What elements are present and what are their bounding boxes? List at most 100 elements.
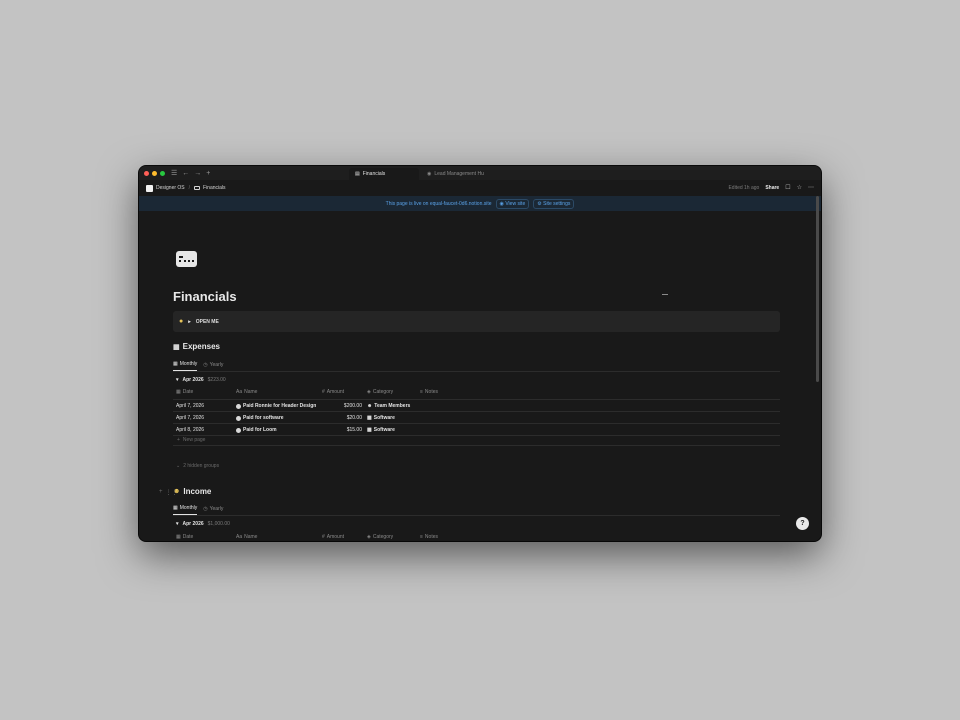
column-date[interactable]: ▦ Date	[176, 534, 193, 540]
tab-label: Lead Management Hu	[434, 171, 484, 177]
cell-name-text: Paid for software	[243, 415, 284, 421]
page-icon	[236, 427, 241, 433]
tab-lead-management[interactable]: ◉ Lead Management Hu	[421, 168, 487, 180]
workspace-logo-icon	[146, 184, 153, 192]
group-header[interactable]: ▾ Apr 2026 $1,000.00	[176, 521, 230, 527]
add-block-icon[interactable]: +	[159, 489, 163, 496]
expenses-heading[interactable]: ▦ Expenses	[173, 342, 220, 351]
clock-icon: ◷	[203, 505, 208, 512]
table-row[interactable]: April 8, 2026 Paid for Loom $15.00 ▩ Soft…	[173, 423, 780, 435]
income-view-tabs: ▦ Monthly ◷ Yearly	[173, 505, 223, 515]
chevron-down-icon: ⌄	[176, 463, 181, 469]
hidden-groups-toggle[interactable]: ⌄ 2 hidden groups	[176, 463, 219, 469]
tab-yearly[interactable]: ◷ Yearly	[203, 362, 223, 371]
column-label: Date	[182, 389, 194, 395]
site-settings-button[interactable]: ⚙ Site settings	[533, 198, 575, 209]
scrollbar[interactable]	[816, 196, 819, 382]
column-notes[interactable]: ≡ Notes	[420, 534, 438, 540]
column-category[interactable]: ◈ Category	[367, 534, 393, 540]
cell-name[interactable]: Paid Ronnie for Header Design	[236, 403, 316, 409]
page-actions: Edited 1h ago Share ☐ ☆ ⋯	[728, 180, 814, 196]
breadcrumb-page[interactable]: Financials	[203, 185, 226, 191]
collapse-triangle-icon[interactable]: ▾	[176, 521, 179, 527]
column-name[interactable]: Aa Name	[236, 389, 257, 395]
minimize-window-button[interactable]	[152, 170, 157, 176]
cell-amount[interactable]: $200.00	[322, 403, 362, 409]
column-date[interactable]: ▦ Date	[176, 389, 193, 395]
card-icon: ▤	[355, 171, 360, 177]
cell-category-text: Software	[373, 415, 395, 421]
lightbulb-icon: ●	[179, 318, 184, 325]
new-page-label: New page	[182, 437, 206, 443]
people-icon: ☻	[367, 403, 373, 409]
number-icon: #	[322, 389, 325, 395]
group-label: Apr 2026	[182, 521, 204, 527]
tab-label: Yearly	[209, 505, 224, 512]
cell-category-text: Team Members	[374, 403, 411, 409]
tag-icon: ◈	[367, 534, 371, 540]
column-category[interactable]: ◈ Category	[367, 389, 393, 395]
divider	[173, 445, 780, 446]
credit-card-icon[interactable]	[176, 251, 197, 267]
tab-monthly[interactable]: ▦ Monthly	[173, 505, 198, 515]
edited-timestamp: Edited 1h ago	[728, 185, 760, 191]
table-of-contents-marker[interactable]	[662, 294, 668, 295]
block-handle[interactable]: + ⋮⋮	[159, 489, 178, 496]
share-button[interactable]: Share	[765, 185, 779, 191]
column-notes[interactable]: ≡ Notes	[420, 389, 438, 395]
back-arrow-icon[interactable]: ←	[182, 170, 189, 177]
cell-category[interactable]: ▩ Software	[367, 415, 395, 421]
cell-name-text: Paid Ronnie for Header Design	[243, 403, 317, 409]
column-label: Notes	[424, 389, 438, 395]
view-site-label: View site	[505, 200, 526, 207]
cell-date[interactable]: April 7, 2026	[176, 403, 204, 409]
toggle-triangle-icon[interactable]: ▸	[188, 319, 191, 325]
more-options-icon[interactable]: ⋯	[808, 185, 814, 191]
page-icon	[236, 403, 241, 409]
tag-icon: ◈	[367, 389, 371, 395]
cell-name[interactable]: Paid for Loom	[236, 427, 277, 433]
close-window-button[interactable]	[144, 170, 149, 176]
forward-arrow-icon[interactable]: →	[194, 170, 201, 177]
column-amount[interactable]: # Amount	[322, 534, 344, 540]
cell-date[interactable]: April 7, 2026	[176, 415, 204, 421]
view-site-button[interactable]: ◉ View site	[495, 198, 530, 209]
new-page-button[interactable]: + New page	[177, 437, 205, 443]
list-icon: ≡	[420, 534, 423, 540]
tab-yearly[interactable]: ◷ Yearly	[203, 506, 223, 515]
tab-monthly[interactable]: ▦ Monthly	[173, 361, 198, 371]
cell-category[interactable]: ▩ Software	[367, 427, 395, 433]
live-site-text: This page is live on equal-faucet-0d6.no…	[385, 200, 492, 207]
cell-name[interactable]: Paid for software	[236, 415, 284, 421]
collapse-triangle-icon[interactable]: ▾	[176, 377, 179, 383]
group-total: $1,000.00	[207, 521, 230, 527]
help-button[interactable]: ?	[796, 517, 809, 530]
group-header[interactable]: ▾ Apr 2026 $223.00	[176, 377, 226, 383]
new-tab-icon[interactable]: +	[206, 170, 210, 177]
comment-icon[interactable]: ☐	[785, 185, 790, 191]
expenses-view-tabs: ▦ Monthly ◷ Yearly	[173, 361, 223, 371]
cell-category[interactable]: ☻ Team Members	[367, 403, 410, 409]
star-icon[interactable]: ☆	[797, 185, 802, 191]
column-name[interactable]: Aa Name	[236, 534, 257, 540]
tab-financials[interactable]: ▤ Financials	[349, 168, 419, 180]
cell-amount[interactable]: $20.00	[322, 415, 362, 421]
drag-handle-icon[interactable]: ⋮⋮	[166, 489, 178, 496]
cell-amount[interactable]: $15.00	[322, 427, 362, 433]
table-row[interactable]: April 7, 2026 Paid for software $20.00 ▩…	[173, 411, 780, 423]
column-label: Notes	[424, 534, 438, 540]
income-heading[interactable]: ☻ Income	[173, 487, 211, 496]
page-title[interactable]: Financials	[173, 289, 237, 304]
column-label: Category	[372, 389, 394, 395]
breadcrumb-workspace[interactable]: Designer OS	[156, 185, 185, 191]
window-controls	[144, 170, 165, 176]
column-amount[interactable]: # Amount	[322, 389, 344, 395]
callout-toggle[interactable]: ● ▸ OPEN ME	[173, 311, 780, 332]
sidebar-toggle-icon[interactable]: ☰	[171, 170, 177, 177]
table-row[interactable]: April 7, 2026 Paid Ronnie for Header Des…	[173, 399, 780, 411]
maximize-window-button[interactable]	[160, 170, 165, 176]
tab-label: Monthly	[179, 361, 198, 367]
cell-date[interactable]: April 8, 2026	[176, 427, 204, 433]
column-label: Name	[244, 389, 258, 395]
tab-label: Yearly	[209, 361, 224, 368]
